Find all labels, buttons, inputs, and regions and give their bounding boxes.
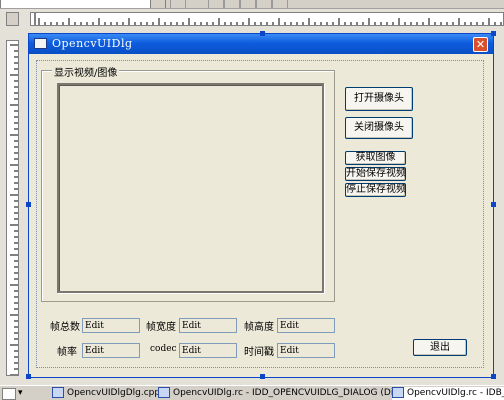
exit-button[interactable]: 退出 <box>413 339 467 356</box>
capture-image-button[interactable]: 获取图像 <box>345 151 406 165</box>
guide-line <box>36 60 484 61</box>
frame-width-label: 帧宽度 <box>146 322 176 333</box>
editor-tab-bar: ▾ OpencvUIDlgDlg.cpp OpencvUIDlg.rc - ID… <box>0 385 504 400</box>
chevron-down-icon[interactable]: ▾ <box>18 387 23 400</box>
close-icon[interactable]: ✕ <box>473 37 488 52</box>
frame-height-label: 帧高度 <box>244 322 274 333</box>
tab-label: OpencvUIDlgDlg.cpp <box>67 388 161 398</box>
start-save-video-button[interactable]: 开始保存视频 <box>345 167 406 181</box>
chevron-down-icon[interactable] <box>150 0 166 8</box>
total-frames-field[interactable]: Edit <box>82 318 140 333</box>
resize-handle-bottom-right[interactable] <box>491 374 496 379</box>
toolbar-button[interactable] <box>240 0 256 8</box>
dialog-icon <box>34 38 47 49</box>
codec-field[interactable]: Edit <box>179 343 237 358</box>
codec-label: codec <box>150 344 177 354</box>
resource-icon <box>392 387 404 398</box>
frame-width-field[interactable]: Edit <box>179 318 237 333</box>
resize-handle-bottom[interactable] <box>260 374 265 379</box>
frame-height-field[interactable]: Edit <box>277 318 335 333</box>
frame-rate-label: 帧率 <box>57 347 77 358</box>
tab-label: OpencvUIDlg.rc - IDD_OPENCVUIDLG_DIALOG … <box>173 388 417 398</box>
resize-handle-bottom-left[interactable] <box>26 374 31 379</box>
ruler-ticks <box>10 44 18 375</box>
top-toolbar <box>0 0 504 9</box>
total-frames-label: 帧总数 <box>50 322 80 333</box>
file-icon <box>52 387 64 398</box>
timestamp-label: 时间戳 <box>244 347 274 358</box>
resize-handle-left[interactable] <box>26 202 31 207</box>
tab-bitmap-resource[interactable]: OpencvUIDlg.rc - IDB_BL <box>392 387 504 400</box>
toolbar-combo[interactable] <box>0 0 154 8</box>
resource-icon <box>158 387 170 398</box>
timestamp-field[interactable]: Edit <box>277 343 335 358</box>
toolbar-button[interactable] <box>256 0 272 8</box>
ruler-ticks <box>34 13 502 25</box>
tab-dialog-resource[interactable]: OpencvUIDlg.rc - IDD_OPENCVUIDLG_DIALOG … <box>158 387 416 400</box>
vertical-ruler[interactable] <box>6 40 19 376</box>
resize-handle-right[interactable] <box>491 202 496 207</box>
video-groupbox-label: 显示视频/图像 <box>52 64 120 79</box>
toolbar-button[interactable] <box>224 0 240 8</box>
tab-label: OpencvUIDlg.rc - IDB_BL <box>407 388 504 398</box>
stop-save-video-button[interactable]: 停止保存视频 <box>345 183 406 197</box>
resize-handle-top[interactable] <box>260 31 265 36</box>
video-display-frame <box>57 83 324 293</box>
close-camera-button[interactable]: 关闭摄像头 <box>345 117 413 139</box>
toolbar-button[interactable] <box>170 0 186 8</box>
toolbar-button[interactable] <box>208 0 224 8</box>
horizontal-ruler[interactable] <box>30 12 504 26</box>
open-camera-button[interactable]: 打开摄像头 <box>345 87 413 111</box>
ruler-corner <box>6 12 19 26</box>
toolbar-button[interactable] <box>272 0 288 8</box>
frame-rate-field[interactable]: Edit <box>82 343 140 358</box>
dialog-title: OpencvUIDlg <box>52 37 133 50</box>
window-menu-icon[interactable] <box>2 388 16 400</box>
resize-handle-top-right[interactable] <box>491 31 496 36</box>
tab-cpp-file[interactable]: OpencvUIDlgDlg.cpp <box>52 387 160 400</box>
